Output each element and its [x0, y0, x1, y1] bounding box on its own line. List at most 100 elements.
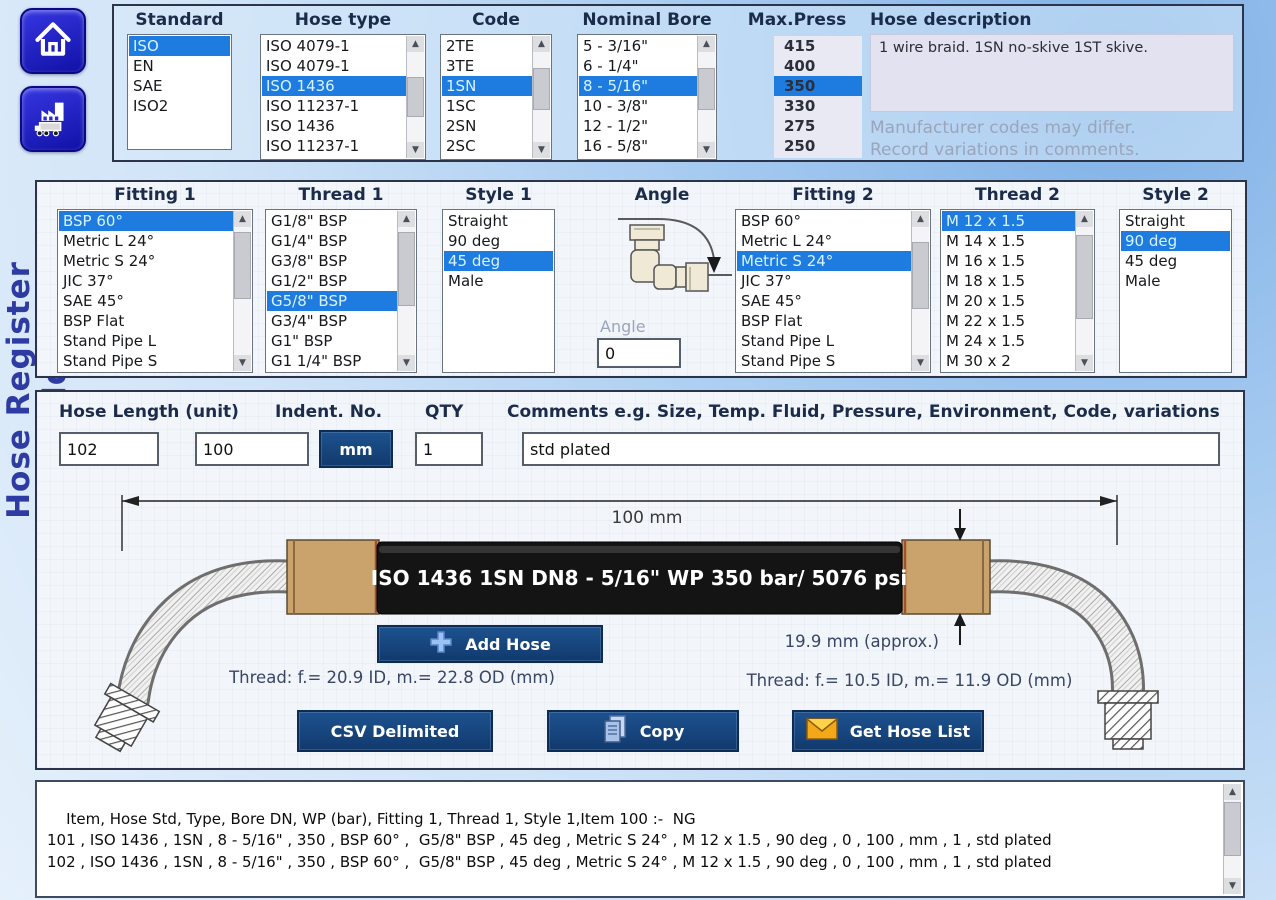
list-item[interactable]: BSP Flat: [737, 311, 912, 331]
style2-listbox[interactable]: Straight 90 deg 45 deg Male: [1119, 209, 1232, 373]
list-item[interactable]: BSP 60°: [737, 211, 912, 231]
list-item[interactable]: ISO 11237-1: [262, 96, 407, 116]
scrollbar[interactable]: ▲ ▼: [233, 211, 251, 371]
thread2-listbox[interactable]: M 12 x 1.5 M 14 x 1.5 M 16 x 1.5 M 18 x 1.5…: [940, 209, 1095, 373]
list-item[interactable]: M 30 x 2: [942, 351, 1076, 371]
nominal-bore-listbox[interactable]: 5 - 3/16" 6 - 1/4" 8 - 5/16" 10 - 3/8" 12 - …: [577, 34, 717, 160]
list-item[interactable]: 45 deg: [1121, 251, 1230, 271]
list-item[interactable]: ISO 11237-1: [262, 136, 407, 156]
standard-listbox[interactable]: ISO EN SAE ISO2: [127, 34, 232, 150]
scroll-thumb[interactable]: [1224, 801, 1241, 857]
list-item[interactable]: G1/4" BSP: [267, 231, 398, 251]
list-item[interactable]: Male: [1121, 271, 1230, 291]
scrollbar[interactable]: ▲ ▼: [697, 36, 715, 158]
scroll-thumb[interactable]: [1076, 234, 1093, 320]
list-item[interactable]: G1" BSP: [267, 331, 398, 351]
scroll-down-arrow[interactable]: ▼: [698, 142, 715, 158]
scroll-up-arrow[interactable]: ▲: [912, 211, 929, 227]
list-item[interactable]: G1/8" BSP: [267, 211, 398, 231]
list-item[interactable]: 350: [774, 76, 862, 96]
scroll-track[interactable]: [398, 227, 415, 355]
list-item[interactable]: ISO2: [129, 96, 230, 116]
list-item[interactable]: 1SC: [442, 96, 533, 116]
thread1-listbox[interactable]: G1/8" BSP G1/4" BSP G3/8" BSP G1/2" BSP G5/8…: [265, 209, 417, 373]
list-item[interactable]: ISO 4079-1: [262, 56, 407, 76]
list-item[interactable]: SAE: [129, 76, 230, 96]
scrollbar[interactable]: ▲ ▼: [1075, 211, 1093, 371]
scroll-track[interactable]: [912, 227, 929, 355]
list-item[interactable]: 3TE: [442, 56, 533, 76]
scroll-down-arrow[interactable]: ▼: [234, 355, 251, 371]
copy-button[interactable]: Copy: [547, 710, 739, 752]
list-item[interactable]: M 16 x 1.5: [942, 251, 1076, 271]
list-item[interactable]: 2SC: [442, 136, 533, 156]
list-item[interactable]: 12 - 1/2": [579, 116, 698, 136]
home-button[interactable]: [20, 8, 86, 74]
fitting2-listbox[interactable]: BSP 60° Metric L 24° Metric S 24° JIC 37° SA…: [735, 209, 931, 373]
list-item[interactable]: G1 1/4" BSP: [267, 351, 398, 371]
list-item[interactable]: G5/8" BSP: [267, 291, 398, 311]
hose-length-input[interactable]: [59, 432, 159, 466]
qty-input[interactable]: [415, 432, 483, 466]
scroll-thumb[interactable]: [698, 68, 715, 110]
scroll-up-arrow[interactable]: ▲: [1224, 784, 1241, 800]
list-item[interactable]: Metric L 24°: [59, 231, 234, 251]
list-item[interactable]: 2TE: [442, 36, 533, 56]
scroll-down-arrow[interactable]: ▼: [533, 142, 550, 158]
list-item[interactable]: 8 - 5/16": [579, 76, 698, 96]
scroll-up-arrow[interactable]: ▲: [698, 36, 715, 52]
list-item[interactable]: SAE 45°: [59, 291, 234, 311]
indent-no-input[interactable]: [195, 432, 309, 466]
list-item[interactable]: EN: [129, 56, 230, 76]
list-item[interactable]: SAE 45°: [737, 291, 912, 311]
list-item[interactable]: 1SN: [442, 76, 533, 96]
unit-mm-button[interactable]: mm: [319, 430, 393, 468]
list-item[interactable]: Metric S 24°: [737, 251, 912, 271]
list-item[interactable]: 5 - 3/16": [579, 36, 698, 56]
list-item[interactable]: Metric L 24°: [737, 231, 912, 251]
list-item[interactable]: G3/8" BSP: [267, 251, 398, 271]
scroll-down-arrow[interactable]: ▼: [912, 355, 929, 371]
list-item[interactable]: 90 deg: [1121, 231, 1230, 251]
add-hose-button[interactable]: Add Hose: [377, 625, 603, 663]
list-item[interactable]: Stand Pipe S: [59, 351, 234, 371]
comments-input[interactable]: [522, 432, 1220, 466]
scrollbar[interactable]: ▲ ▼: [406, 36, 424, 158]
scroll-track[interactable]: [234, 227, 251, 355]
list-item[interactable]: ISO 1436: [262, 76, 407, 96]
list-item[interactable]: 45 deg: [444, 251, 553, 271]
scroll-thumb[interactable]: [912, 242, 929, 309]
csv-delimited-button[interactable]: CSV Delimited: [297, 710, 493, 752]
list-item[interactable]: G3/4" BSP: [267, 311, 398, 331]
list-item[interactable]: Metric S 24°: [59, 251, 234, 271]
scrollbar[interactable]: ▲ ▼: [1223, 784, 1241, 894]
list-item[interactable]: Stand Pipe S: [737, 351, 912, 371]
list-item[interactable]: M 12 x 1.5: [942, 211, 1076, 231]
list-item[interactable]: 10 - 3/8": [579, 96, 698, 116]
scroll-up-arrow[interactable]: ▲: [407, 36, 424, 52]
scroll-down-arrow[interactable]: ▼: [1224, 878, 1241, 894]
scroll-thumb[interactable]: [533, 68, 550, 110]
code-listbox[interactable]: 2TE 3TE 1SN 1SC 2SN 2SC ▲ ▼: [440, 34, 552, 160]
list-item[interactable]: ISO 1436: [262, 116, 407, 136]
scrollbar[interactable]: ▲ ▼: [911, 211, 929, 371]
scroll-down-arrow[interactable]: ▼: [407, 142, 424, 158]
scroll-track[interactable]: [533, 52, 550, 142]
fitting1-listbox[interactable]: BSP 60° Metric L 24° Metric S 24° JIC 37° SA…: [57, 209, 253, 373]
list-item[interactable]: JIC 37°: [737, 271, 912, 291]
scroll-down-arrow[interactable]: ▼: [398, 355, 415, 371]
list-item[interactable]: 90 deg: [444, 231, 553, 251]
list-item[interactable]: Stand Pipe L: [737, 331, 912, 351]
scroll-track[interactable]: [1076, 227, 1093, 355]
list-item[interactable]: 6 - 1/4": [579, 56, 698, 76]
scroll-track[interactable]: [698, 52, 715, 142]
scroll-up-arrow[interactable]: ▲: [234, 211, 251, 227]
list-item[interactable]: Straight: [444, 211, 553, 231]
angle-input[interactable]: [597, 338, 681, 368]
list-item[interactable]: M 14 x 1.5: [942, 231, 1076, 251]
scroll-up-arrow[interactable]: ▲: [1076, 211, 1093, 227]
scroll-thumb[interactable]: [407, 77, 424, 117]
scroll-track[interactable]: [407, 52, 424, 142]
scroll-track[interactable]: [1224, 800, 1241, 878]
list-item[interactable]: 250: [774, 136, 862, 156]
